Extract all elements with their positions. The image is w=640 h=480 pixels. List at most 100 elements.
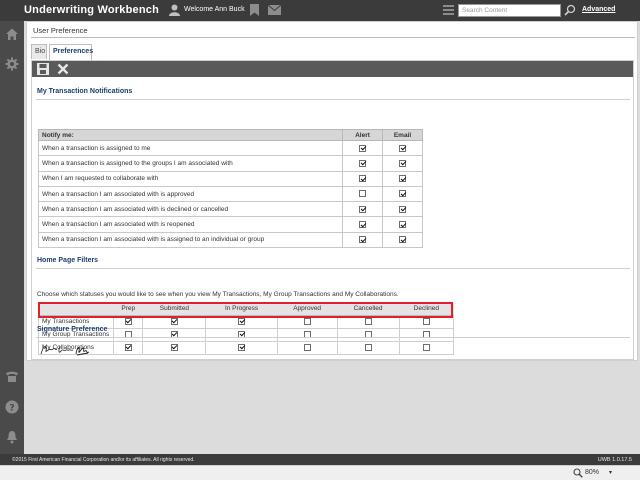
filter-cell <box>205 340 278 355</box>
home-icon[interactable] <box>5 27 19 41</box>
checkbox[interactable] <box>170 317 178 325</box>
email-cell <box>382 139 423 157</box>
checkbox[interactable] <box>124 343 132 351</box>
checkbox[interactable] <box>359 159 366 167</box>
table-row: When a transaction I am associated with … <box>38 216 423 233</box>
menu-icon[interactable] <box>443 4 454 16</box>
checkbox[interactable] <box>359 236 366 244</box>
help-icon[interactable]: ? <box>5 400 19 414</box>
app-title: Underwriting Workbench <box>24 4 159 16</box>
checkbox[interactable] <box>359 205 366 213</box>
notification-label: When a transaction is assigned to me <box>38 139 343 157</box>
cancel-button[interactable] <box>57 63 69 75</box>
checkbox[interactable] <box>359 144 366 152</box>
alert-cell <box>342 139 383 157</box>
notification-label: When a transaction is assigned to the gr… <box>38 155 343 172</box>
alert-cell <box>342 231 383 249</box>
alert-cell <box>342 155 383 172</box>
email-cell <box>382 170 423 187</box>
checkbox[interactable] <box>399 205 406 213</box>
checkbox[interactable] <box>238 343 246 351</box>
top-header: Underwriting Workbench Welcome Ann Buck … <box>0 0 640 21</box>
filters-table-body: My Transactions My Group Transactions My C… <box>38 314 455 355</box>
user-preference-panel: User Preference Bio Preferences My Trans… <box>26 21 638 361</box>
filter-cell <box>336 340 400 355</box>
email-cell <box>382 201 423 218</box>
filter-cell <box>112 327 144 342</box>
copyright-text: ©2015 First American Financial Corporati… <box>12 457 195 463</box>
checkbox[interactable] <box>399 236 406 244</box>
preferences-content: My Transaction Notifications Notify me: … <box>31 60 634 360</box>
checkbox[interactable] <box>359 221 366 229</box>
checkbox[interactable] <box>399 144 406 152</box>
bookmark-icon[interactable] <box>250 4 259 16</box>
checkbox[interactable] <box>364 343 372 351</box>
bell-icon[interactable] <box>5 430 19 444</box>
checkbox[interactable] <box>170 343 178 351</box>
email-cell <box>382 185 423 203</box>
page-title: User Preference <box>33 26 88 35</box>
filter-cell <box>276 327 338 342</box>
table-row: When I am requested to collaborate with <box>38 170 423 187</box>
save-button[interactable] <box>37 63 49 75</box>
checkbox[interactable] <box>364 317 372 325</box>
tab-preferences[interactable]: Preferences <box>49 44 93 60</box>
notification-label: When I am requested to collaborate with <box>38 170 343 187</box>
table-row: My Collaborations <box>38 340 455 355</box>
chevron-down-icon[interactable]: ▾ <box>609 469 612 476</box>
checkbox[interactable] <box>303 343 311 351</box>
mail-icon[interactable] <box>268 5 281 15</box>
checkbox[interactable] <box>422 343 430 351</box>
svg-text:?: ? <box>9 404 14 414</box>
zoom-icon[interactable] <box>573 468 583 478</box>
user-icon[interactable] <box>169 4 180 16</box>
divider <box>36 268 630 269</box>
filter-cell <box>276 340 338 355</box>
checkbox[interactable] <box>124 317 132 325</box>
filter-cell <box>142 340 207 355</box>
gear-icon[interactable] <box>5 57 19 71</box>
filter-cell <box>398 327 455 342</box>
checkbox[interactable] <box>399 190 406 198</box>
divider <box>31 37 635 38</box>
notifications-table: Notify me: Alert Email When a transactio… <box>38 129 423 249</box>
checkbox[interactable] <box>399 221 406 229</box>
toolbar <box>32 61 633 77</box>
search-input[interactable] <box>458 4 561 17</box>
alert-cell <box>342 170 383 187</box>
checkbox[interactable] <box>359 190 366 198</box>
table-row: When a transaction I am associated with … <box>38 201 423 218</box>
notification-label: When a transaction I am associated with … <box>38 216 343 233</box>
left-sidebar: ? <box>0 21 24 454</box>
table-header-row: Notify me: Alert Email <box>38 129 423 141</box>
phone-icon[interactable] <box>5 369 19 383</box>
checkbox[interactable] <box>399 159 406 167</box>
notifications-section-title: My Transaction Notifications <box>37 88 133 95</box>
filters-description: Choose which statuses you would like to … <box>37 291 399 298</box>
email-cell <box>382 216 423 233</box>
version-text: UWB 1.0.17.5 <box>597 457 632 463</box>
checkbox[interactable] <box>422 317 430 325</box>
notifications-table-body: When a transaction is assigned to me When… <box>38 139 423 249</box>
filter-cell <box>336 327 400 342</box>
column-header-notify: Notify me: <box>38 129 343 141</box>
zoom-level[interactable]: 80% <box>585 469 599 476</box>
checkbox[interactable] <box>399 175 406 183</box>
table-row: When a transaction is assigned to me <box>38 139 423 157</box>
divider <box>36 99 630 100</box>
checkbox[interactable] <box>303 317 311 325</box>
welcome-text: Welcome Ann Buck <box>184 6 245 13</box>
checkbox[interactable] <box>238 317 246 325</box>
alert-cell <box>342 216 383 233</box>
tab-bio[interactable]: Bio <box>31 44 47 59</box>
checkbox[interactable] <box>359 175 366 183</box>
advanced-search-link[interactable]: Advanced <box>582 6 615 13</box>
table-row: When a transaction I am associated with … <box>38 185 423 203</box>
notification-label: When a transaction I am associated with … <box>38 185 343 203</box>
table-row: When a transaction is assigned to the gr… <box>38 155 423 172</box>
search-icon[interactable] <box>564 4 576 16</box>
notification-label: When a transaction I am associated with … <box>38 201 343 218</box>
status-bar: 80% ▾ <box>0 465 640 480</box>
divider <box>36 337 630 338</box>
column-header-email: Email <box>382 129 423 141</box>
